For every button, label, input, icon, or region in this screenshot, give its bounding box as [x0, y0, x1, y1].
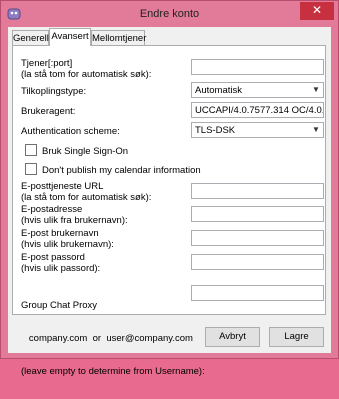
chevron-down-icon: ▼ — [312, 85, 320, 94]
user-agent-label: Brukeragent: — [21, 106, 76, 117]
auth-scheme-label: Authentication scheme: — [21, 126, 120, 137]
user-agent-input[interactable]: UCCAPI/4.0.7577.314 OC/4.0.7577. — [191, 102, 324, 118]
sso-label: Bruk Single Sign-On — [42, 146, 129, 157]
auth-scheme-select[interactable]: TLS-DSK ▼ — [191, 122, 324, 138]
dialog-client-area: Generell Avansert Mellomtjener Tjener[:p… — [8, 27, 331, 377]
chevron-down-icon: ▼ — [312, 125, 320, 134]
connection-type-select[interactable]: Automatisk ▼ — [191, 82, 324, 98]
ews-url-label: E-posttjeneste URL (la stå tom for autom… — [21, 181, 152, 203]
tab-avansert[interactable]: Avansert — [49, 28, 91, 46]
server-label: Tjener[:port] (la stå tom for automatisk… — [21, 58, 152, 80]
email-password-label: E-post passord (hvis ulik passord): — [21, 252, 101, 274]
email-address-input[interactable] — [191, 206, 324, 222]
email-username-input[interactable] — [191, 230, 324, 246]
ews-url-input[interactable] — [191, 183, 324, 199]
calendar-label: Don't publish my calendar information — [42, 165, 201, 176]
calendar-checkbox[interactable] — [25, 163, 37, 175]
save-button[interactable]: Lagre — [269, 327, 324, 347]
calendar-checkbox-row[interactable]: Don't publish my calendar information — [25, 163, 201, 177]
cancel-button[interactable]: Avbryt — [205, 327, 260, 347]
advanced-tab-panel: Tjener[:port] (la stå tom for automatisk… — [12, 45, 326, 377]
connection-type-label: Tilkoplingstype: — [21, 86, 87, 97]
email-username-label: E-post brukernavn (hvis ulik brukernavn)… — [21, 228, 114, 250]
tab-mellomtjener[interactable]: Mellomtjener — [91, 30, 146, 45]
email-address-label: E-postadresse (hvis ulik fra brukernavn)… — [21, 204, 128, 226]
close-button[interactable]: ✕ — [300, 2, 334, 20]
tab-generell[interactable]: Generell — [12, 30, 49, 45]
title-bar: Endre konto ✕ — [1, 1, 338, 27]
email-password-input[interactable] — [191, 254, 324, 270]
group-chat-proxy-input[interactable] — [191, 285, 324, 301]
group-chat-proxy-label: Group Chat Proxy company.com or user@com… — [21, 300, 205, 377]
window-title: Endre konto — [139, 8, 200, 20]
sso-checkbox[interactable] — [25, 144, 37, 156]
server-input[interactable] — [191, 59, 324, 75]
sso-checkbox-row[interactable]: Bruk Single Sign-On — [25, 144, 128, 158]
dialog-window: Endre konto ✕ Generell Avansert Mellomtj… — [0, 0, 339, 377]
